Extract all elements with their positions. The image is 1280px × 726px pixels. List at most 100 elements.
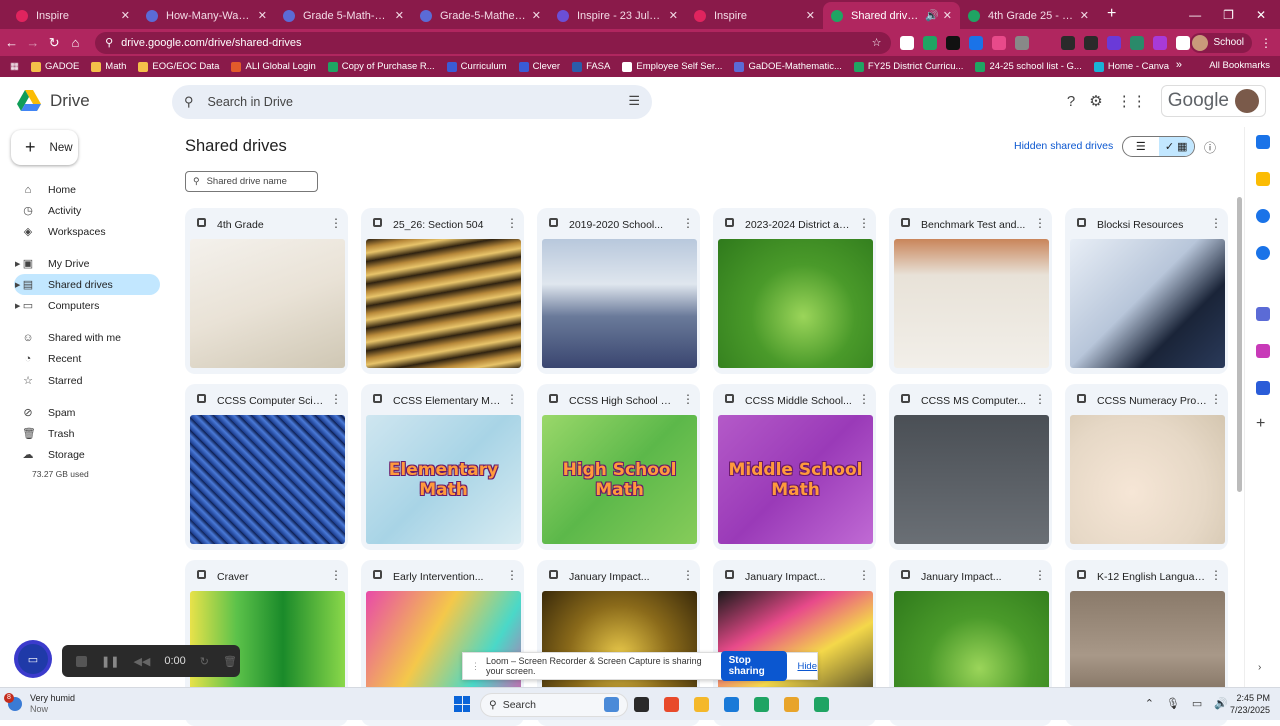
more-actions-icon[interactable]: ⋮	[858, 568, 870, 582]
stop-recording-icon[interactable]	[76, 655, 87, 667]
bookmark-item[interactable]: EOG/EOC Data	[138, 61, 219, 72]
more-actions-icon[interactable]: ⋮	[506, 568, 518, 582]
bookmark-item[interactable]: Employee Self Ser...	[622, 61, 722, 72]
tab-close-icon[interactable]: ✕	[258, 9, 267, 22]
sidebar-item-activity[interactable]: ◷ Activity	[14, 200, 160, 221]
panel-expand-icon[interactable]: ›	[1258, 662, 1261, 673]
search-options-icon[interactable]: ☰	[628, 93, 640, 109]
sidebar-item-trash[interactable]: 🗑 Trash	[14, 423, 160, 444]
sidebar-item-my-drive[interactable]: ▶ ▣ My Drive	[14, 253, 160, 274]
account-button[interactable]: Google	[1160, 85, 1266, 117]
browser-tab[interactable]: Grade-5-Mathematics-C ✕	[412, 2, 549, 29]
restore-icon[interactable]: ❐	[1223, 8, 1234, 22]
extension-icon[interactable]	[1130, 35, 1145, 50]
main-scrollbar[interactable]	[1237, 197, 1242, 492]
bookmark-item[interactable]: Copy of Purchase R...	[327, 61, 435, 72]
expand-arrow-icon[interactable]: ▶	[15, 281, 20, 289]
shared-drive-card[interactable]: Benchmark Test and... ⋮	[889, 208, 1052, 374]
more-actions-icon[interactable]: ⋮	[330, 568, 342, 582]
help-icon[interactable]: ?	[1067, 93, 1075, 110]
taskbar-app-icon[interactable]	[664, 697, 679, 712]
extension-icon[interactable]	[923, 35, 938, 50]
new-tab-button[interactable]: +	[1107, 5, 1116, 23]
search-input[interactable]: ⚲ Search in Drive ☰	[172, 85, 652, 119]
sidebar-item-workspaces[interactable]: ◈ Workspaces	[14, 221, 160, 242]
tab-close-icon[interactable]: ✕	[532, 9, 541, 22]
bookmark-item[interactable]: GADOE	[30, 61, 79, 72]
extension-icon[interactable]	[1084, 35, 1099, 50]
more-actions-icon[interactable]: ⋮	[1034, 568, 1046, 582]
more-actions-icon[interactable]: ⋮	[682, 216, 694, 230]
addon-icon[interactable]	[1256, 344, 1270, 358]
extension-icon[interactable]	[1015, 35, 1030, 50]
bookmark-star-icon[interactable]: ☆	[872, 36, 882, 49]
more-actions-icon[interactable]: ⋮	[1034, 392, 1046, 406]
browser-tab[interactable]: Shared drives - Goog 🔊 ✕	[823, 2, 960, 29]
taskbar-app-icon[interactable]	[754, 697, 769, 712]
extension-icon[interactable]	[900, 35, 915, 50]
more-actions-icon[interactable]: ⋮	[506, 216, 518, 230]
tray-chevron-icon[interactable]: ⌃	[1145, 697, 1154, 710]
grid-view-button[interactable]: ✓ ▦	[1158, 137, 1194, 156]
sidebar-item-starred[interactable]: ☆ Starred	[14, 370, 160, 391]
browser-menu-icon[interactable]: ⋮	[1260, 36, 1272, 50]
more-actions-icon[interactable]: ⋮	[506, 392, 518, 406]
forward-icon[interactable]: →	[23, 35, 42, 50]
close-window-icon[interactable]: ✕	[1256, 8, 1266, 22]
delete-icon[interactable]: 🗑	[223, 655, 237, 668]
extension-icon[interactable]	[1038, 35, 1053, 50]
weather-widget[interactable]: 8 Very humid Now	[4, 693, 75, 715]
hide-button[interactable]: Hide	[797, 661, 817, 672]
drive-logo[interactable]: Drive	[16, 89, 90, 113]
site-info-icon[interactable]: ⚲	[105, 36, 113, 49]
more-actions-icon[interactable]: ⋮	[330, 216, 342, 230]
shared-drive-card[interactable]: CCSS Computer Science ⋮	[185, 384, 348, 550]
start-button[interactable]	[454, 696, 470, 712]
bookmark-item[interactable]: FY25 District Curricu...	[853, 61, 963, 72]
tab-close-icon[interactable]: ✕	[806, 9, 815, 22]
add-addon-icon[interactable]: +	[1256, 415, 1265, 433]
browser-tab[interactable]: Grade 5-Math-CGLO ✕	[275, 2, 412, 29]
stop-sharing-button[interactable]: Stop sharing	[720, 651, 788, 681]
tab-close-icon[interactable]: ✕	[669, 9, 678, 22]
more-actions-icon[interactable]: ⋮	[1034, 216, 1046, 230]
addon-icon[interactable]	[1256, 381, 1270, 395]
more-bookmarks-icon[interactable]: »	[1176, 59, 1182, 71]
taskbar-app-icon[interactable]	[784, 697, 799, 712]
url-field[interactable]: ⚲ drive.google.com/drive/shared-drives ☆	[95, 31, 892, 54]
bookmark-item[interactable]: Clever	[518, 61, 560, 72]
bookmark-item[interactable]: ALI Global Login	[231, 61, 316, 72]
keep-icon[interactable]	[1256, 172, 1270, 186]
tab-close-icon[interactable]: ✕	[943, 9, 952, 22]
info-icon[interactable]: ⓘ	[1204, 139, 1216, 156]
display-icon[interactable]: ▭	[1192, 697, 1202, 710]
back-icon[interactable]: ←	[2, 35, 21, 50]
browser-tab[interactable]: How-Many-Ways-Grade- ✕	[138, 2, 275, 29]
tab-close-icon[interactable]: ✕	[395, 9, 404, 22]
extension-icon[interactable]	[946, 35, 961, 50]
sidebar-item-recent[interactable]: ◔ Recent	[14, 348, 160, 369]
calendar-icon[interactable]	[1256, 135, 1270, 149]
browser-tab[interactable]: 4th Grade 25 - 26 Math ✕	[960, 2, 1097, 29]
all-bookmarks-link[interactable]: All Bookmarks	[1209, 60, 1270, 71]
sidebar-item-storage[interactable]: ☁ Storage	[14, 444, 160, 465]
bookmark-item[interactable]: GaDOE-Mathematic...	[734, 61, 842, 72]
home-icon[interactable]: ⌂	[66, 35, 85, 50]
more-actions-icon[interactable]: ⋮	[858, 216, 870, 230]
extension-icon[interactable]	[1107, 35, 1122, 50]
more-actions-icon[interactable]: ⋮	[858, 392, 870, 406]
more-actions-icon[interactable]: ⋮	[1210, 568, 1222, 582]
sidebar-item-spam[interactable]: ⊘ Spam	[14, 402, 160, 423]
extension-icon[interactable]	[1061, 35, 1076, 50]
hidden-shared-drives-link[interactable]: Hidden shared drives	[1014, 140, 1113, 152]
apps-icon[interactable]: ⋮⋮	[1117, 92, 1147, 110]
bookmark-item[interactable]: Home - Canva	[1093, 61, 1169, 72]
sidebar-item-shared-drives[interactable]: ▶ ▤ Shared drives	[14, 274, 160, 295]
extension-icon[interactable]	[1176, 35, 1191, 50]
shared-drive-card[interactable]: Blocksi Resources ⋮	[1065, 208, 1228, 374]
tab-audio-icon[interactable]: 🔊	[925, 9, 939, 22]
sidebar-item-computers[interactable]: ▶ ▭ Computers	[14, 295, 160, 316]
more-actions-icon[interactable]: ⋮	[330, 392, 342, 406]
taskbar-app-icon[interactable]	[604, 697, 619, 712]
settings-icon[interactable]: ⚙	[1089, 92, 1102, 110]
